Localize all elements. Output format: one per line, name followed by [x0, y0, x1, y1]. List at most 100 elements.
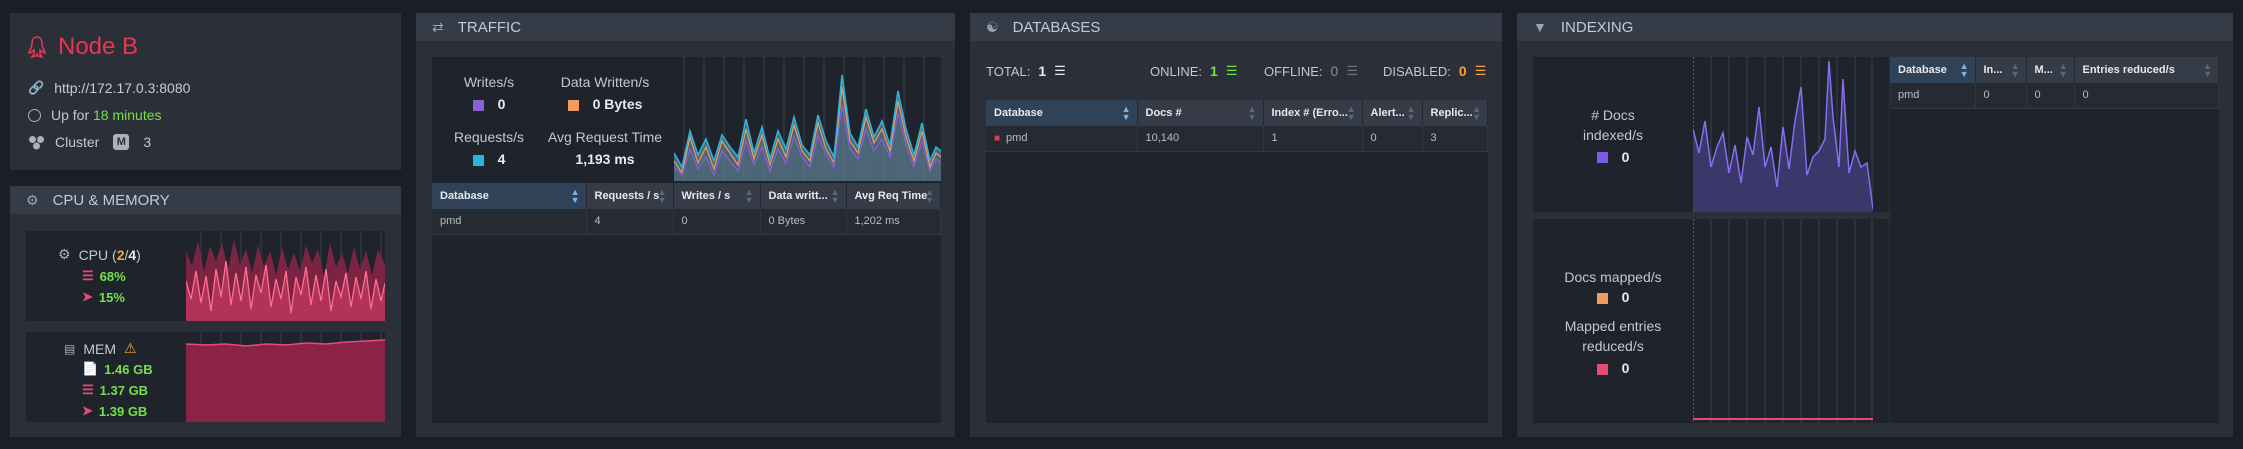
database-icon: ☯	[986, 18, 999, 35]
map-reduce-chart	[1693, 219, 1873, 423]
db-total: TOTAL: 1 ☰	[986, 63, 1066, 79]
db-col-alerts[interactable]: Alert... ▲ ▼	[1362, 100, 1423, 126]
databases-title: DATABASES	[1012, 18, 1101, 36]
raven-icon: ➤	[82, 289, 93, 304]
idx-col-mapped[interactable]: M... ▲ ▼	[2026, 57, 2075, 83]
db-col-index[interactable]: Index # (Erro... ▲ ▼	[1263, 100, 1363, 126]
traffic-table: Database ▲ ▼ Requests / s ▲ ▼ Writes / s ▲ ▼ D…	[432, 183, 941, 235]
col-label: Database	[994, 107, 1043, 119]
mapped-reduced-value: 0	[1621, 360, 1630, 376]
clock-icon	[28, 108, 41, 122]
node-url[interactable]: http://172.17.0.3:8080	[54, 80, 190, 96]
db-name-cell[interactable]: pmd	[1890, 83, 1976, 109]
db-online: ONLINE: 1 ☰	[1150, 63, 1237, 79]
indexing-title: INDEXING	[1560, 18, 1634, 36]
mem-row-3: ➤ 1.39 GB	[82, 403, 147, 419]
traffic-col-avg-req[interactable]: Avg Req Time ▲ ▼	[846, 183, 941, 209]
node-name: Node B	[58, 33, 139, 60]
traffic-col-requests[interactable]: Requests / s ▲ ▼	[586, 183, 674, 209]
traffic-col-data-written[interactable]: Data writt... ▲ ▼	[760, 183, 847, 209]
traffic-table-wrap: Database ▲ ▼ Requests / s ▲ ▼ Writes / s ▲ ▼ D…	[432, 183, 941, 235]
disabled-value: 0	[1458, 63, 1467, 79]
filter-icon: ▼	[1533, 19, 1547, 35]
sort-icon: ▲ ▼	[2203, 61, 2212, 79]
traffic-content: Writes/s 0 Data Written/s 0 Bytes Reques…	[432, 57, 941, 423]
node-url-row[interactable]: 🔗 http://172.17.0.3:8080	[28, 80, 190, 96]
db-col-replication[interactable]: Replic... ▲ ▼	[1422, 100, 1488, 126]
sort-icon: ▲ ▼	[2058, 61, 2068, 79]
raven-icon: ➤	[82, 403, 93, 418]
docs-indexed-box: # Docs indexed/s 0	[1533, 57, 1889, 212]
requests-label: Requests/s	[453, 129, 525, 145]
docs-indexed-legend	[1596, 152, 1608, 164]
indexing-panel: ▼ INDEXING # Docs indexed/s 0 Docs mappe…	[1517, 13, 2233, 437]
docs-indexed-label: # Docs indexed/s	[1583, 106, 1643, 143]
db-name-cell[interactable]: ■ pmd	[986, 126, 1138, 152]
traffic-col-writes[interactable]: Writes / s ▲ ▼	[673, 183, 761, 209]
gear-icon: ⚙	[26, 191, 39, 208]
uptime-row: Up for 18 minutes	[28, 107, 162, 123]
indexing-table-wrap: Database ▲ ▼ In... ▲ ▼ M... ▲ ▼ Entries reduce…	[1890, 57, 2219, 423]
uptime-prefix: Up for	[51, 107, 90, 123]
mem-label: MEM	[83, 340, 117, 357]
table-row[interactable]: ■ pmd 10,140 1 0 3	[986, 126, 1488, 152]
node-panel: Node B 🔗 http://172.17.0.3:8080 Up for 1…	[10, 13, 401, 170]
sort-icon: ▲ ▼	[2010, 61, 2020, 79]
traffic-col-database[interactable]: Database ▲ ▼	[432, 183, 587, 209]
sort-icon: ▲ ▼	[657, 187, 667, 205]
idx-col-indexed[interactable]: In... ▲ ▼	[1975, 57, 2027, 83]
sort-icon: ▲ ▼	[1121, 104, 1131, 122]
disabled-label: DISABLED:	[1383, 63, 1451, 79]
avg-req-value: 1,193 ms	[575, 151, 635, 167]
db-name-cell[interactable]: pmd	[432, 209, 587, 235]
cluster-count: 3	[143, 134, 152, 150]
sort-icon: ▲ ▼	[744, 187, 754, 205]
table-cell: 0	[673, 209, 761, 235]
table-cell: 0	[2026, 83, 2075, 109]
mem-label-row: ▤ MEM ⚠	[64, 340, 137, 357]
sort-icon: ▲ ▼	[1406, 104, 1416, 122]
memory-chip-icon: ▤	[64, 341, 76, 356]
mem-value-3: 1.39 GB	[98, 403, 148, 419]
sort-icon: ▲ ▼	[570, 187, 580, 205]
docs-indexed-stat: # Docs indexed/s 0	[1533, 57, 1693, 212]
idx-col-entries-reduced[interactable]: Entries reduced/s ▲ ▼	[2074, 57, 2219, 83]
col-label: Docs #	[1145, 107, 1182, 119]
idx-col-database[interactable]: Database ▲ ▼	[1890, 57, 1976, 83]
table-cell: 0	[1975, 83, 2027, 109]
database-icon: ■	[994, 133, 1001, 145]
cpu-cores-close: )	[136, 246, 141, 263]
cluster-member-badge: M	[113, 134, 130, 150]
docs-mapped-legend	[1596, 292, 1608, 304]
db-col-docs[interactable]: Docs # ▲ ▼	[1137, 100, 1264, 126]
cpu-cores-total: 4	[128, 246, 137, 263]
cpu-label: CPU	[78, 246, 109, 263]
table-row[interactable]: pmd 0 0 0	[1890, 83, 2219, 109]
db-name[interactable]: pmd	[1006, 132, 1027, 144]
table-cell: 10,140	[1137, 126, 1264, 152]
table-row[interactable]: pmd 4 0 0 Bytes 1,202 ms	[432, 209, 941, 235]
offline-label: OFFLINE:	[1264, 63, 1323, 79]
col-label: In...	[1983, 64, 2003, 76]
docs-mapped-label: Docs mapped/s	[1564, 269, 1662, 285]
databases-header: ☯ DATABASES	[970, 13, 1502, 41]
col-label: Entries reduced/s	[2082, 64, 2175, 76]
col-label: Replic...	[1430, 107, 1473, 119]
writes-stat: Writes/s 0	[434, 74, 544, 112]
exchange-icon: ⇄	[432, 18, 444, 35]
db-col-database[interactable]: Database ▲ ▼	[986, 100, 1138, 126]
traffic-stats: Writes/s 0 Data Written/s 0 Bytes Reques…	[432, 57, 674, 181]
avg-req-label: Avg Request Time	[547, 129, 663, 145]
mem-box: ▤ MEM ⚠ 📄 1.46 GB ☰ 1.37 GB ➤ 1.39 GB	[26, 332, 385, 422]
penguin-icon	[28, 36, 46, 58]
col-label: Alert...	[1370, 107, 1405, 119]
table-cell: 0	[1362, 126, 1423, 152]
table-cell: 1	[1263, 126, 1363, 152]
data-written-value: 0 Bytes	[592, 96, 643, 112]
mem-value-1: 1.46 GB	[104, 361, 153, 377]
online-label: ONLINE:	[1150, 63, 1203, 79]
database-online-icon: ☰	[1225, 63, 1238, 78]
stack-icon: ☰	[82, 268, 94, 283]
sort-icon: ▲ ▼	[1247, 104, 1257, 122]
map-reduce-box: Docs mapped/s 0 Mapped entries reduced/s…	[1533, 219, 1889, 423]
